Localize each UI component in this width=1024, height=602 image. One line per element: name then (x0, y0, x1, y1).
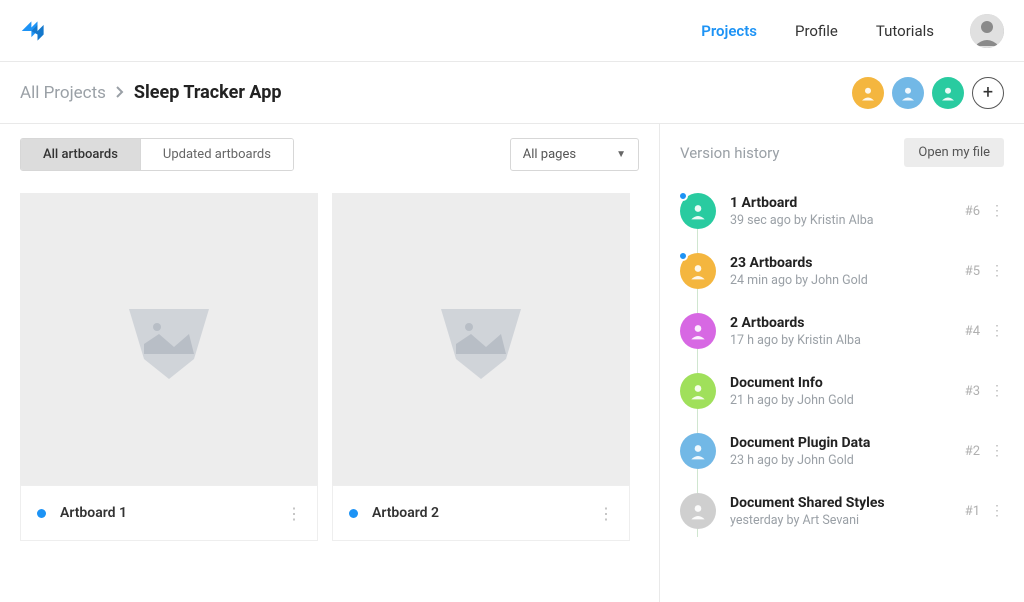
history-item[interactable]: Document Info 21 h ago by John Gold#3 ⋮ (680, 367, 1004, 427)
collaborator-list: + (852, 77, 1004, 109)
version-tag: #4 (965, 324, 980, 339)
artboard-filter-tabs: All artboards Updated artboards (20, 138, 294, 171)
more-icon[interactable]: ⋮ (598, 504, 613, 523)
version-tag: #6 (965, 204, 980, 219)
history-item[interactable]: 1 Artboard 39 sec ago by Kristin Alba#6 ⋮ (680, 187, 1004, 247)
history-avatar (680, 433, 716, 469)
collaborator-avatar[interactable] (892, 77, 924, 109)
caret-down-icon: ▼ (616, 149, 626, 160)
updated-dot-icon (37, 509, 46, 518)
history-title: Version history (680, 144, 780, 162)
nav-profile[interactable]: Profile (795, 22, 838, 40)
version-history-panel: Version history Open my file 1 Artboard 3… (660, 124, 1024, 602)
version-tag: #2 (965, 444, 980, 459)
breadcrumb-root[interactable]: All Projects (20, 83, 106, 103)
history-body: Document Plugin Data 23 h ago by John Gol… (730, 435, 965, 468)
artboard-name: Artboard 2 (372, 505, 598, 521)
artboard-name: Artboard 1 (60, 505, 286, 521)
history-avatar (680, 253, 716, 289)
version-tag: #1 (965, 504, 980, 519)
history-item-title: 23 Artboards (730, 255, 965, 271)
artboard-card[interactable]: Artboard 2 ⋮ (332, 193, 630, 541)
history-item-meta: 24 min ago by John Gold (730, 273, 965, 288)
chevron-right-icon (116, 83, 124, 103)
tab-updated-artboards[interactable]: Updated artboards (140, 139, 293, 170)
history-item-title: Document Shared Styles (730, 495, 965, 511)
new-badge-dot (678, 191, 688, 201)
artboard-thumbnail (332, 193, 630, 485)
add-collaborator-button[interactable]: + (972, 77, 1004, 109)
history-item[interactable]: 2 Artboards 17 h ago by Kristin Alba#4 ⋮ (680, 307, 1004, 367)
nav-projects[interactable]: Projects (701, 22, 757, 40)
breadcrumb: All Projects Sleep Tracker App (20, 82, 281, 103)
history-item-meta: yesterday by Art Sevani (730, 513, 965, 528)
history-item-meta: 21 h ago by John Gold (730, 393, 965, 408)
more-icon[interactable]: ⋮ (990, 323, 1004, 339)
history-item-title: Document Plugin Data (730, 435, 965, 451)
history-body: 1 Artboard 39 sec ago by Kristin Alba (730, 195, 965, 228)
history-item[interactable]: Document Shared Styles yesterday by Art S… (680, 487, 1004, 547)
image-placeholder-icon (119, 299, 219, 379)
history-item-title: 1 Artboard (730, 195, 965, 211)
artboard-thumbnail (20, 193, 318, 485)
image-placeholder-icon (431, 299, 531, 379)
more-icon[interactable]: ⋮ (990, 263, 1004, 279)
version-tag: #3 (965, 384, 980, 399)
version-tag: #5 (965, 264, 980, 279)
more-icon[interactable]: ⋮ (990, 503, 1004, 519)
updated-dot-icon (349, 509, 358, 518)
history-body: Document Info 21 h ago by John Gold (730, 375, 965, 408)
breadcrumb-current: Sleep Tracker App (134, 82, 282, 103)
history-body: 2 Artboards 17 h ago by Kristin Alba (730, 315, 965, 348)
history-item-title: 2 Artboards (730, 315, 965, 331)
history-item[interactable]: Document Plugin Data 23 h ago by John Gol… (680, 427, 1004, 487)
pages-dropdown[interactable]: All pages ▼ (510, 138, 639, 171)
history-body: 23 Artboards 24 min ago by John Gold (730, 255, 965, 288)
tab-all-artboards[interactable]: All artboards (21, 139, 140, 170)
more-icon[interactable]: ⋮ (990, 443, 1004, 459)
user-avatar[interactable] (970, 14, 1004, 48)
history-item-meta: 17 h ago by Kristin Alba (730, 333, 965, 348)
history-item-meta: 23 h ago by John Gold (730, 453, 965, 468)
top-nav: Projects Profile Tutorials (701, 22, 934, 40)
artboard-card[interactable]: Artboard 1 ⋮ (20, 193, 318, 541)
history-item-meta: 39 sec ago by Kristin Alba (730, 213, 965, 228)
collaborator-avatar[interactable] (932, 77, 964, 109)
app-logo[interactable] (20, 17, 48, 45)
history-item-title: Document Info (730, 375, 965, 391)
collaborator-avatar[interactable] (852, 77, 884, 109)
more-icon[interactable]: ⋮ (990, 203, 1004, 219)
open-file-button[interactable]: Open my file (904, 138, 1004, 167)
new-badge-dot (678, 251, 688, 261)
history-list: 1 Artboard39 sec ago by Kristin Alba#6⋮2… (680, 187, 1004, 547)
history-item[interactable]: 23 Artboards 24 min ago by John Gold#5 ⋮ (680, 247, 1004, 307)
more-icon[interactable]: ⋮ (990, 383, 1004, 399)
more-icon[interactable]: ⋮ (286, 504, 301, 523)
dropdown-selected: All pages (523, 147, 576, 162)
artboards-panel: All artboards Updated artboards All page… (0, 124, 660, 602)
history-avatar (680, 493, 716, 529)
history-avatar (680, 313, 716, 349)
history-avatar (680, 373, 716, 409)
history-avatar (680, 193, 716, 229)
history-body: Document Shared Styles yesterday by Art S… (730, 495, 965, 528)
nav-tutorials[interactable]: Tutorials (876, 22, 934, 40)
